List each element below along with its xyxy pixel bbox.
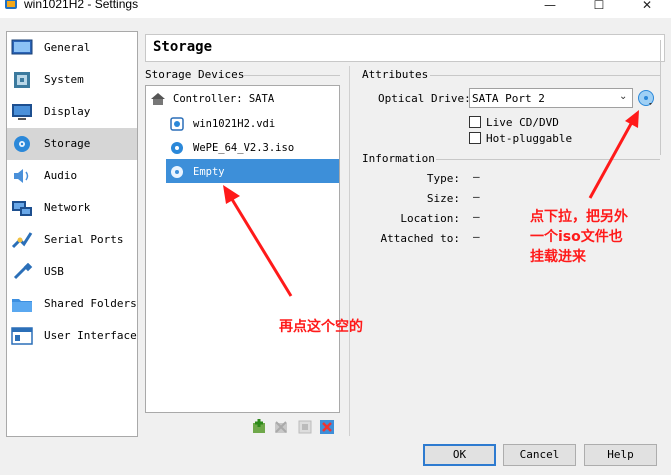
chevron-down-icon: ⌄	[619, 91, 628, 102]
sidebar-item-label: General	[44, 41, 91, 54]
live-cd-label: Live CD/DVD	[486, 116, 559, 129]
sidebar-item-label: User Interface	[44, 329, 137, 342]
tree-item-empty[interactable]: Empty	[193, 166, 225, 178]
annotation-note-dropdown-2: 一个iso文件也	[530, 229, 623, 245]
divider	[660, 40, 661, 155]
serial-ports-icon	[11, 231, 33, 249]
sidebar-item-usb[interactable]: USB	[7, 256, 137, 288]
sidebar-item-audio[interactable]: Audio	[7, 160, 137, 192]
tree-controller-sata[interactable]: Controller: SATA	[173, 93, 274, 105]
help-button[interactable]: Help	[584, 444, 657, 466]
divider	[243, 75, 340, 76]
sidebar-item-general[interactable]: General	[7, 32, 137, 64]
arrow-to-disc-button	[588, 110, 639, 199]
sidebar-item-label: Audio	[44, 169, 78, 182]
info-attached-label: Attached to:	[380, 232, 460, 245]
page-header	[145, 34, 665, 62]
sidebar-item-label: Network	[44, 201, 91, 214]
network-icon	[11, 199, 33, 217]
user-interface-icon	[11, 327, 33, 345]
hot-pluggable-label: Hot-pluggable	[486, 132, 573, 145]
storage-devices-heading: Storage Devices	[145, 68, 245, 81]
remove-controller-icon[interactable]	[273, 419, 289, 435]
storage-tree[interactable]	[145, 85, 340, 413]
minimize-button[interactable]: —	[535, 0, 565, 14]
audio-icon	[11, 167, 33, 185]
controller-icon	[150, 92, 165, 106]
sidebar-item-storage[interactable]: Storage	[7, 128, 137, 160]
add-controller-icon[interactable]	[251, 419, 267, 435]
sidebar-item-network[interactable]: Network	[7, 192, 137, 224]
hard-disk-icon	[170, 117, 184, 131]
sidebar-item-shared-folders[interactable]: Shared Folders	[7, 288, 137, 320]
usb-icon	[11, 262, 33, 281]
shared-folders-icon	[11, 295, 33, 313]
sidebar-item-label: Shared Folders	[44, 297, 137, 310]
info-size-value: —	[473, 190, 480, 203]
info-size-label: Size:	[426, 192, 460, 205]
info-type-value: —	[473, 170, 480, 183]
optical-drive-label: Optical Drive:	[378, 92, 471, 105]
storage-icon	[11, 135, 33, 153]
choose-disk-icon[interactable]	[637, 89, 655, 107]
sidebar-item-label: Display	[44, 105, 91, 118]
close-button[interactable]: ✕	[632, 0, 662, 14]
virtualbox-app-icon	[4, 0, 18, 11]
information-heading: Information	[362, 152, 435, 165]
add-attachment-icon[interactable]	[297, 419, 313, 435]
sidebar-item-user-interface[interactable]: User Interface	[7, 320, 137, 352]
hot-pluggable-checkbox[interactable]	[469, 132, 481, 144]
annotation-note-dropdown-3: 挂载进来	[530, 249, 586, 265]
sidebar-item-label: USB	[44, 265, 64, 278]
optical-drive-value: SATA Port 2	[472, 92, 545, 105]
info-attached-value: —	[473, 230, 480, 243]
info-location-value: —	[473, 210, 480, 223]
info-location-label: Location:	[400, 212, 460, 225]
attributes-heading: Attributes	[362, 68, 429, 81]
display-icon	[11, 103, 33, 121]
annotation-note-dropdown-1: 点下拉，把另外	[530, 209, 628, 225]
tree-item-vdi[interactable]: win1021H2.vdi	[193, 118, 275, 130]
cancel-button[interactable]: Cancel	[503, 444, 576, 466]
maximize-button[interactable]: ☐	[584, 0, 614, 14]
tree-selection-highlight	[166, 159, 339, 183]
system-icon	[11, 71, 33, 89]
divider	[430, 75, 660, 76]
window-title: win1021H2 - Settings	[24, 0, 139, 11]
ok-button[interactable]: OK	[423, 444, 496, 466]
optical-disc-icon	[170, 141, 184, 155]
live-cd-checkbox[interactable]	[469, 116, 481, 128]
sidebar-item-label: Storage	[44, 137, 91, 150]
annotation-note-empty: 再点这个空的	[279, 319, 363, 335]
divider	[436, 159, 660, 160]
page-title: Storage	[153, 39, 213, 55]
sidebar-item-display[interactable]: Display	[7, 96, 137, 128]
sidebar-item-label: System	[44, 73, 84, 86]
info-type-label: Type:	[426, 172, 460, 185]
settings-sidebar: General System Display Storage Audio Net…	[6, 31, 138, 437]
sidebar-item-label: Serial Ports	[44, 233, 124, 246]
remove-attachment-icon[interactable]	[319, 419, 335, 435]
tree-item-iso[interactable]: WePE_64_V2.3.iso	[193, 142, 294, 154]
panel-splitter[interactable]	[349, 66, 350, 436]
optical-disc-icon	[170, 165, 184, 179]
sidebar-item-serial-ports[interactable]: Serial Ports	[7, 224, 137, 256]
sidebar-item-system[interactable]: System	[7, 64, 137, 96]
general-icon	[11, 39, 33, 57]
